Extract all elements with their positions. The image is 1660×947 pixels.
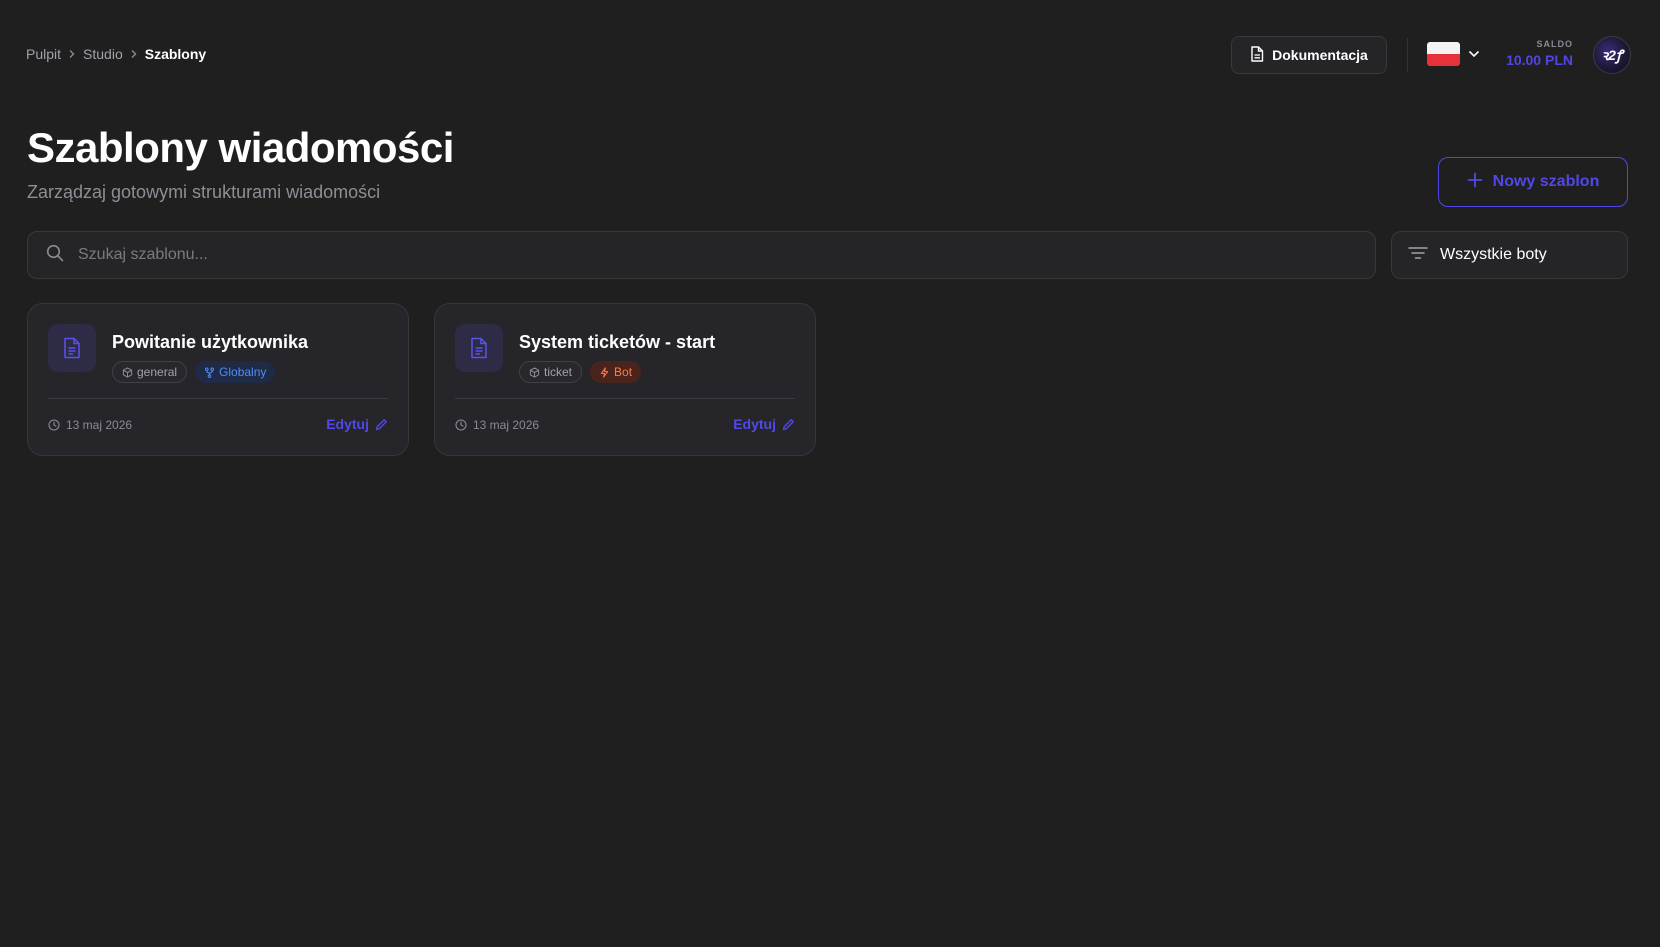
- avatar[interactable]: ꝛ2ꝭ: [1593, 36, 1631, 74]
- branch-icon: [204, 367, 215, 378]
- new-template-button[interactable]: Nowy szablon: [1438, 157, 1628, 207]
- clock-icon: [455, 419, 467, 431]
- page-title: Szablony wiadomości: [27, 124, 454, 171]
- top-bar: Pulpit Studio Szablony Dokumentacja SALD…: [0, 0, 1660, 110]
- page-subtitle: Zarządzaj gotowymi strukturami wiadomośc…: [27, 182, 381, 202]
- chevron-right-icon: [67, 49, 77, 59]
- category-tag-label: ticket: [544, 365, 573, 379]
- bolt-icon: [600, 366, 609, 378]
- app-root: Pulpit Studio Szablony Dokumentacja SALD…: [0, 0, 1660, 947]
- breadcrumb-item-studio[interactable]: Studio: [83, 46, 123, 62]
- balance-value: 10.00 PLN: [1506, 52, 1573, 68]
- template-title: Powitanie użytkownika: [112, 332, 309, 352]
- balance-display: SALDO 10.00 PLN: [1490, 39, 1573, 68]
- category-tag: ticket: [519, 361, 583, 383]
- filter-icon: [1408, 246, 1428, 265]
- card-divider: [48, 398, 388, 399]
- documentation-button[interactable]: Dokumentacja: [1231, 36, 1387, 74]
- breadcrumb-current: Szablony: [144, 46, 207, 62]
- edit-button[interactable]: Edytuj: [326, 416, 388, 432]
- scope-tag-label: Globalny: [219, 365, 267, 379]
- plus-icon: [1467, 172, 1483, 193]
- breadcrumb: Pulpit Studio Szablony: [26, 46, 206, 62]
- scope-tag: Globalny: [195, 361, 276, 383]
- search-input[interactable]: [78, 246, 1375, 264]
- edit-button[interactable]: Edytuj: [733, 416, 795, 432]
- search-icon: [46, 244, 64, 267]
- chevron-right-icon: [129, 49, 139, 59]
- bot-filter-select[interactable]: Wszystkie boty: [1391, 231, 1628, 279]
- clock-icon: [48, 419, 60, 431]
- file-text-icon: [48, 324, 96, 372]
- template-tags: ticket Bot: [519, 361, 642, 383]
- header-divider: [1407, 38, 1408, 72]
- balance-label: SALDO: [1536, 39, 1573, 49]
- template-date-text: 13 maj 2026: [473, 418, 540, 432]
- poland-flag-icon: [1427, 42, 1460, 66]
- template-date-text: 13 maj 2026: [66, 418, 133, 432]
- template-date: 13 maj 2026: [48, 418, 132, 432]
- category-tag-label: general: [137, 365, 178, 379]
- bot-filter-value: Wszystkie boty: [1440, 246, 1547, 263]
- card-divider: [455, 398, 795, 399]
- template-card[interactable]: System ticketów - start ticket Bot 13 ma…: [434, 303, 816, 456]
- cube-icon: [529, 366, 540, 378]
- search-bar: [27, 231, 1376, 279]
- pencil-icon: [375, 418, 387, 430]
- edit-label: Edytuj: [733, 416, 776, 432]
- template-date: 13 maj 2026: [455, 418, 539, 432]
- template-title: System ticketów - start: [519, 332, 716, 352]
- new-template-label: Nowy szablon: [1492, 173, 1600, 190]
- cube-icon: [122, 366, 133, 378]
- language-selector[interactable]: [1427, 42, 1480, 66]
- pencil-icon: [782, 418, 794, 430]
- edit-label: Edytuj: [326, 416, 369, 432]
- breadcrumb-item-pulpit[interactable]: Pulpit: [26, 46, 61, 62]
- chevron-down-icon: [1468, 45, 1480, 63]
- template-tags: general Globalny: [112, 361, 276, 383]
- category-tag: general: [112, 361, 188, 383]
- scope-tag: Bot: [590, 361, 642, 383]
- scope-tag-label: Bot: [614, 365, 633, 379]
- file-text-icon: [455, 324, 503, 372]
- documentation-label: Dokumentacja: [1272, 47, 1368, 63]
- template-card[interactable]: Powitanie użytkownika general Globalny 1…: [27, 303, 409, 456]
- document-icon: [1250, 45, 1264, 65]
